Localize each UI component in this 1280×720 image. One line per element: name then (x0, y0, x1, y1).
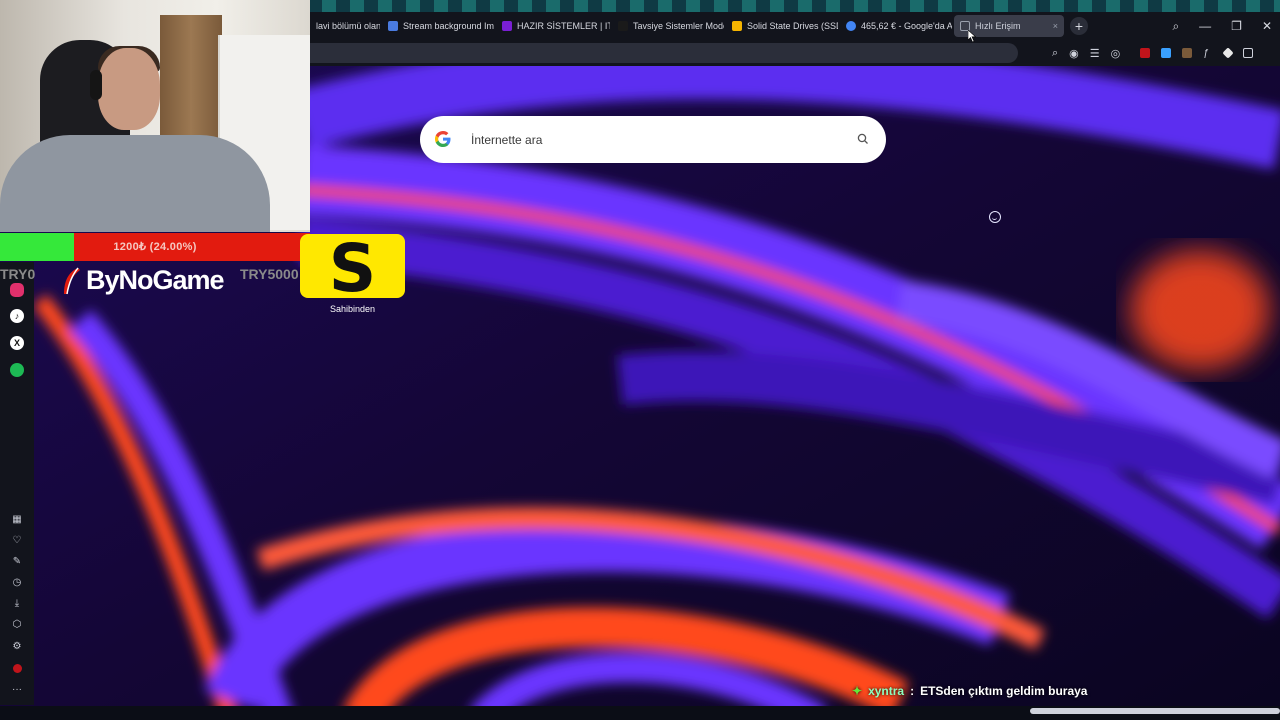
smiley-icon[interactable] (989, 211, 1001, 223)
extension-blue-icon[interactable] (1161, 48, 1171, 58)
tab-0[interactable]: lavi bölümü olan d (310, 15, 380, 37)
speed-dial-label: Sahibinden (329, 304, 376, 314)
sponsor-name: ByNoGame (86, 265, 225, 295)
webcam-person-body (0, 135, 270, 232)
tab-bar: lavi bölümü olan d Stream background Ima… (310, 12, 1280, 40)
chat-separator: : (910, 684, 915, 698)
extension-cube-icon[interactable] (1243, 48, 1253, 58)
extension-diamond-icon[interactable] (1222, 47, 1234, 59)
donation-goal-bar: 1200₺ (24.00%) (0, 233, 310, 261)
camera-icon[interactable]: ◉ (1069, 47, 1079, 60)
extension-brown-icon[interactable] (1182, 48, 1192, 58)
tab-search-icon[interactable]: ⌕ (1172, 19, 1179, 34)
google-logo-icon (435, 131, 451, 147)
goal-min-label: TRY0 (0, 266, 36, 282)
tiktok-icon[interactable]: ♪ (10, 309, 24, 323)
extension-f-icon[interactable]: ƒ (1203, 48, 1213, 59)
tab-1[interactable]: Stream background Image (382, 15, 494, 37)
tab-5[interactable]: 465,62 € - Google'da Ara (840, 15, 952, 37)
sparkle-icon: ✦ (852, 684, 863, 698)
x-icon[interactable]: X (10, 336, 24, 350)
webcam-overlay (0, 0, 310, 232)
list-icon[interactable]: ☰ (1090, 47, 1100, 60)
address-bar-icons: ⌕ ◉ ☰ ◎ (1052, 44, 1120, 62)
restore-button[interactable]: ❐ (1231, 19, 1242, 33)
url-field[interactable] (310, 43, 1018, 63)
google-search-box (420, 116, 886, 163)
search-input[interactable] (469, 128, 843, 152)
browser-sidebar: ♪ X ▦ ♡ ✎ ◷ ⤓ ⬡ ⚙ ··· (0, 262, 34, 705)
donation-goal-row: TRY0 ByNoGame TRY5000 (0, 262, 310, 300)
chat-text: ETSden çıktım geldim buraya (920, 684, 1088, 698)
spotify-icon[interactable] (10, 363, 24, 377)
crown-icon (732, 21, 742, 31)
search-icon[interactable] (856, 132, 870, 146)
favicon-icon (618, 21, 628, 31)
tab-4[interactable]: Solid State Drives (SSDs) | (726, 15, 838, 37)
chat-username: xyntra (868, 684, 905, 698)
ublock-icon[interactable] (1140, 48, 1150, 58)
webcam-person-head (98, 48, 160, 130)
tab-label: 465,62 € - Google'da Ara (861, 21, 952, 31)
tab-label: Hızlı Erişim (975, 21, 1021, 31)
tab-3[interactable]: Tavsiye Sistemler Modelle (612, 15, 724, 37)
tab-label: Stream background Image (403, 21, 494, 31)
feather-icon (64, 267, 80, 294)
close-button[interactable]: ✕ (1262, 19, 1272, 33)
favicon-icon (502, 21, 512, 31)
speed-dial-sahibinden[interactable]: S (300, 230, 405, 307)
cube-icon[interactable]: ⬡ (9, 616, 25, 632)
new-tab-button[interactable]: + (1070, 17, 1088, 35)
ublock-sidebar-icon[interactable] (9, 660, 25, 676)
tab-label: lavi bölümü olan d (316, 21, 380, 31)
window-controls: ⌕ — ❐ ✕ (1172, 12, 1272, 40)
sponsor-logo: ByNoGame (60, 265, 225, 296)
heart-icon[interactable]: ♡ (9, 532, 25, 548)
speed-dial-icon[interactable]: ▦ (9, 511, 25, 527)
minimize-button[interactable]: — (1199, 19, 1211, 33)
sahibinden-logo: S (328, 230, 377, 307)
goal-max-label: TRY5000 (240, 266, 299, 282)
tab-2[interactable]: HAZIR SİSTEMLER | ITOPYA (496, 15, 610, 37)
favicon-icon (388, 21, 398, 31)
tab-label: Solid State Drives (SSDs) | (747, 21, 838, 31)
more-icon[interactable]: ··· (9, 681, 25, 697)
tab-label: Tavsiye Sistemler Modelle (633, 21, 724, 31)
lens-icon[interactable]: ⌕ (1052, 47, 1058, 60)
webcam-headset (90, 70, 102, 100)
download-icon[interactable]: ⤓ (9, 595, 25, 611)
google-icon (846, 21, 856, 31)
donation-progress-text: 1200₺ (24.00%) (113, 241, 197, 253)
tab-close-icon[interactable]: × (1053, 21, 1058, 31)
extension-icons: ƒ (1140, 44, 1253, 62)
settings-icon[interactable]: ⚙ (9, 638, 25, 654)
chat-message: ✦ xyntra : ETSden çıktım geldim buraya (852, 682, 1087, 700)
profile-icon[interactable]: ◎ (1111, 47, 1121, 60)
tab-label: HAZIR SİSTEMLER | ITOPYA (517, 21, 610, 31)
address-bar: ⌕ ◉ ☰ ◎ ƒ (310, 40, 1280, 66)
mouse-cursor-icon (968, 30, 976, 42)
history-icon[interactable]: ◷ (9, 574, 25, 590)
horizontal-scrollbar[interactable] (1030, 708, 1280, 714)
edit-icon[interactable]: ✎ (9, 553, 25, 569)
